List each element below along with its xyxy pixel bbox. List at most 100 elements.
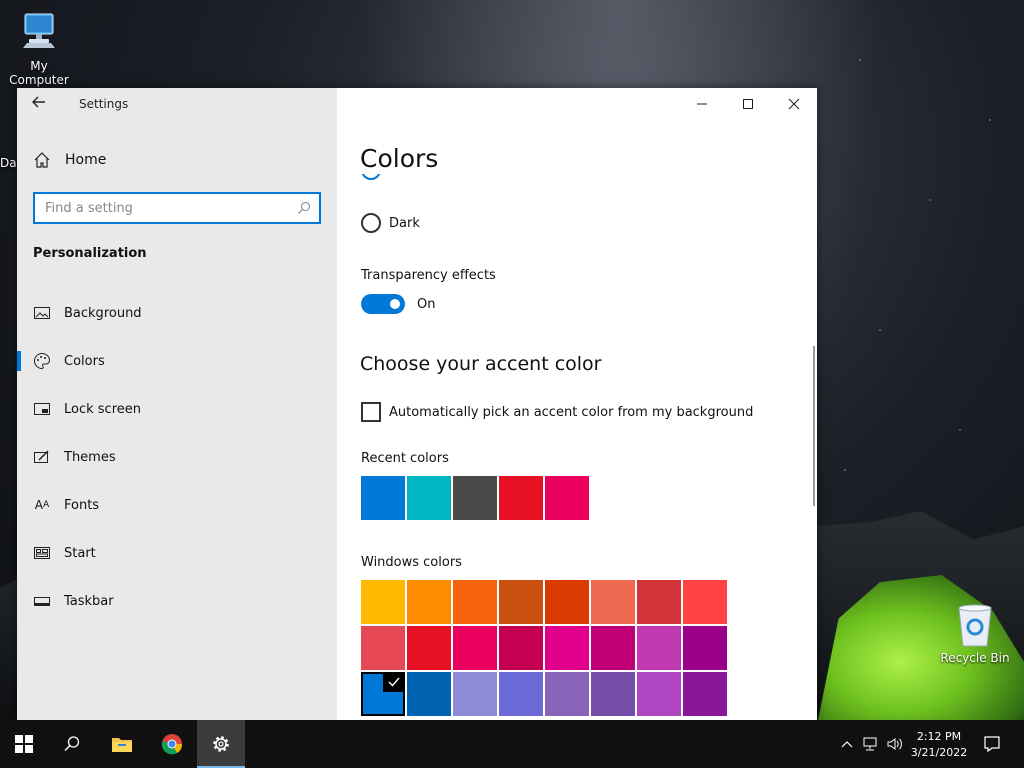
windows-color-swatch[interactable]	[407, 626, 451, 670]
settings-window: Settings Home Personalization Background	[17, 88, 817, 720]
toggle-knob	[390, 299, 400, 309]
nav-item-fonts[interactable]: AA Fonts	[17, 481, 337, 529]
windows-color-swatch[interactable]	[591, 580, 635, 624]
windows-color-swatch[interactable]	[499, 580, 543, 624]
chevron-up-icon	[841, 741, 853, 748]
recent-color-swatch[interactable]	[545, 476, 589, 520]
home-nav-item[interactable]: Home	[33, 151, 106, 169]
windows-color-swatch[interactable]	[637, 580, 681, 624]
recent-color-swatch[interactable]	[499, 476, 543, 520]
notification-icon	[984, 736, 1000, 753]
nav-item-start[interactable]: Start	[17, 529, 337, 577]
maximize-button[interactable]	[725, 88, 771, 120]
settings-content: Colors Dark Transparency effects On Choo…	[337, 88, 817, 720]
chrome-taskbar-button[interactable]	[148, 720, 196, 768]
app-title: Settings	[79, 97, 129, 111]
nav-item-background[interactable]: Background	[17, 289, 337, 337]
recycle-bin-icon	[953, 602, 997, 648]
palette-icon	[33, 352, 51, 370]
windows-logo-icon	[15, 735, 33, 753]
windows-color-swatch[interactable]	[499, 626, 543, 670]
windows-color-swatch[interactable]	[453, 672, 497, 716]
personalization-nav: Background Colors Lock screen Themes A A…	[17, 289, 337, 625]
show-hidden-icons-button[interactable]	[838, 720, 856, 768]
nav-item-colors[interactable]: Colors	[17, 337, 337, 385]
nav-item-taskbar[interactable]: Taskbar	[17, 577, 337, 625]
back-button[interactable]	[31, 94, 51, 114]
windows-color-swatch[interactable]	[591, 672, 635, 716]
windows-colors-grid	[361, 580, 731, 718]
windows-color-swatch[interactable]	[453, 580, 497, 624]
color-grid-row	[361, 672, 731, 716]
windows-color-swatch[interactable]	[591, 626, 635, 670]
windows-color-swatch[interactable]	[545, 672, 589, 716]
start-button[interactable]	[0, 720, 48, 768]
search-input[interactable]	[35, 194, 275, 222]
windows-color-swatch[interactable]	[545, 626, 589, 670]
recent-colors-label: Recent colors	[361, 451, 449, 466]
computer-icon	[15, 8, 63, 56]
search-taskbar-button[interactable]	[48, 720, 96, 768]
toggle-switch[interactable]	[361, 294, 405, 314]
dark-radio-button[interactable]	[361, 213, 381, 233]
windows-color-swatch[interactable]	[407, 580, 451, 624]
windows-colors-label: Windows colors	[361, 555, 462, 570]
settings-sidebar: Settings Home Personalization Background	[17, 88, 337, 720]
my-computer-desktop-icon[interactable]: My Computer	[0, 8, 78, 87]
windows-color-swatch[interactable]	[683, 626, 727, 670]
close-button[interactable]	[771, 88, 817, 120]
content-scrollbar[interactable]	[813, 346, 815, 506]
nav-item-lock-screen[interactable]: Lock screen	[17, 385, 337, 433]
auto-accent-option[interactable]: Automatically pick an accent color from …	[361, 402, 753, 422]
volume-tray-button[interactable]	[884, 720, 906, 768]
windows-color-swatch[interactable]	[545, 580, 589, 624]
chrome-icon	[161, 734, 183, 755]
accent-color-heading: Choose your accent color	[360, 353, 602, 375]
network-icon	[863, 737, 877, 751]
recent-color-swatch[interactable]	[361, 476, 405, 520]
recent-colors-row	[361, 476, 591, 520]
file-explorer-taskbar-button[interactable]	[98, 720, 146, 768]
speaker-icon	[887, 738, 902, 750]
windows-color-swatch[interactable]	[361, 580, 405, 624]
nav-item-label: Lock screen	[64, 401, 141, 417]
nav-item-themes[interactable]: Themes	[17, 433, 337, 481]
windows-color-swatch[interactable]	[637, 626, 681, 670]
dark-radio-option[interactable]: Dark	[361, 213, 420, 233]
nav-item-label: Themes	[64, 449, 116, 465]
transparency-toggle[interactable]: On	[361, 294, 435, 314]
windows-color-swatch[interactable]	[361, 626, 405, 670]
auto-accent-checkbox[interactable]	[361, 402, 381, 422]
close-icon	[788, 98, 800, 110]
windows-color-swatch[interactable]	[683, 672, 727, 716]
settings-taskbar-button[interactable]	[197, 720, 245, 768]
recent-color-swatch[interactable]	[407, 476, 451, 520]
minimize-button[interactable]	[679, 88, 725, 120]
partial-desktop-icon-label[interactable]: Da	[0, 156, 18, 170]
recycle-bin-desktop-icon[interactable]: Recycle Bin	[940, 602, 1010, 665]
clock-time: 2:12 PM	[916, 730, 962, 743]
network-tray-button[interactable]	[860, 720, 882, 768]
taskbar-icon	[33, 592, 51, 610]
search-box[interactable]	[33, 192, 321, 224]
taskbar-clock[interactable]: 2:12 PM 3/21/2022	[906, 729, 972, 761]
windows-color-swatch[interactable]	[453, 626, 497, 670]
lock-screen-icon	[33, 400, 51, 418]
minimize-icon	[697, 103, 707, 105]
checkmark-icon	[383, 672, 405, 692]
nav-item-label: Start	[64, 545, 96, 561]
section-title: Personalization	[33, 246, 147, 261]
light-radio-button-partial[interactable]	[361, 174, 381, 180]
color-grid-row	[361, 626, 731, 670]
picture-icon	[33, 304, 51, 322]
recent-color-swatch[interactable]	[453, 476, 497, 520]
windows-color-swatch[interactable]	[407, 672, 451, 716]
windows-color-swatch[interactable]	[637, 672, 681, 716]
clock-date: 3/21/2022	[910, 746, 968, 759]
windows-color-swatch[interactable]	[683, 580, 727, 624]
action-center-button[interactable]	[978, 720, 1006, 768]
windows-color-swatch[interactable]	[361, 672, 405, 716]
my-computer-label: My Computer	[9, 59, 69, 87]
windows-color-swatch[interactable]	[499, 672, 543, 716]
home-label: Home	[65, 152, 107, 168]
